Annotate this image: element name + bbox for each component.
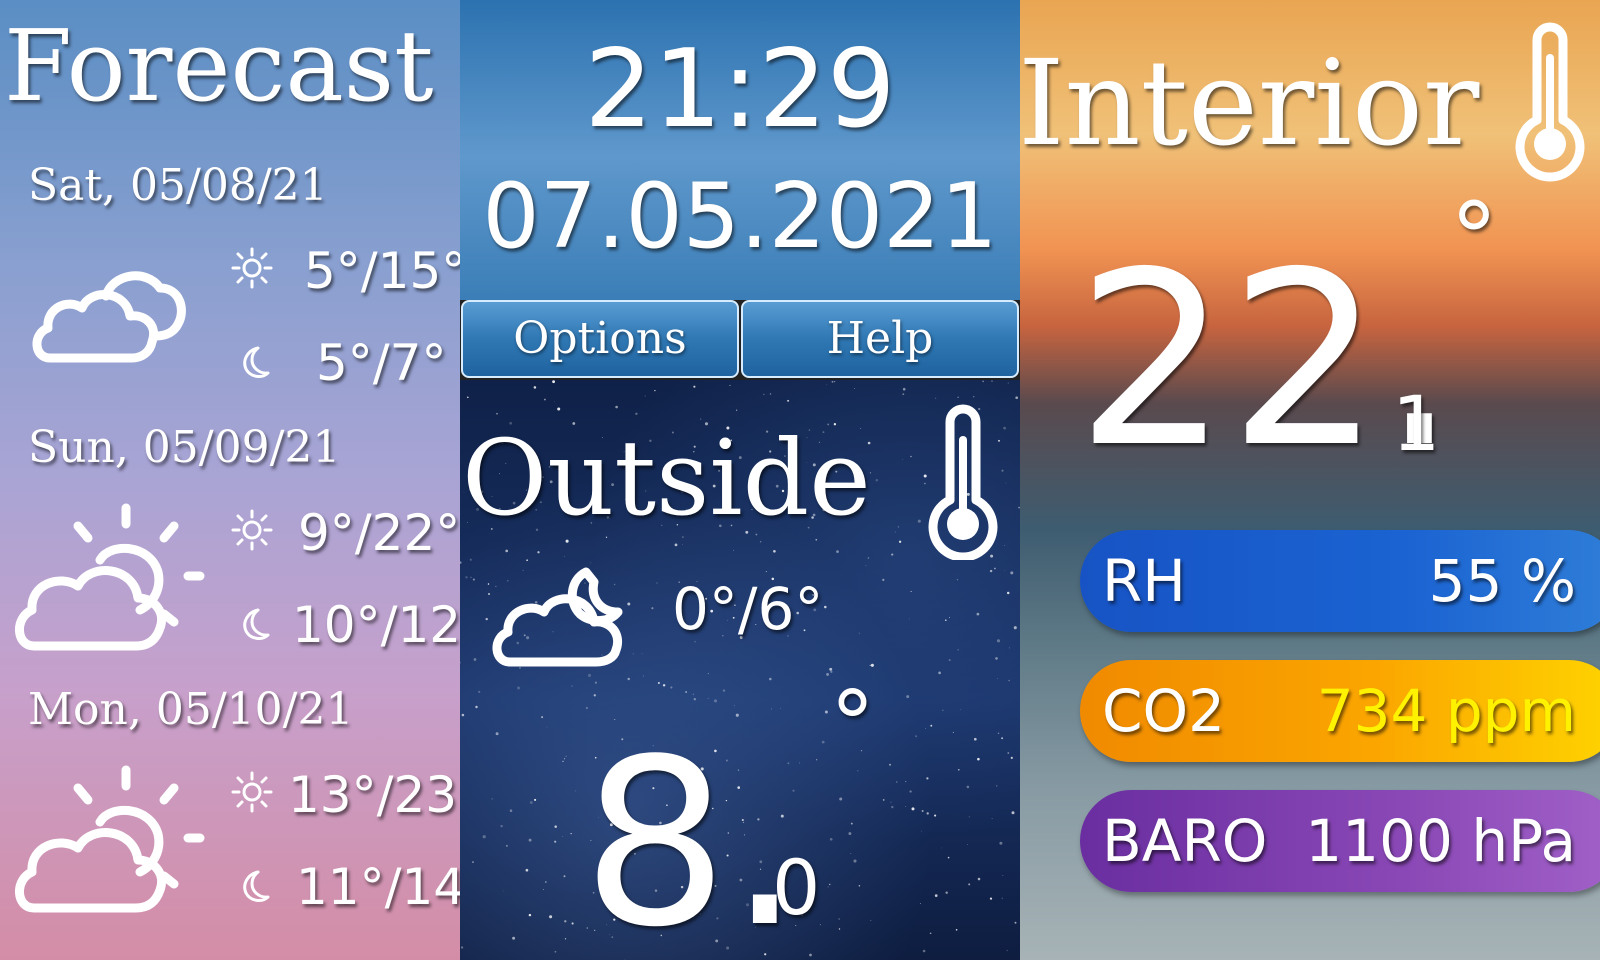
outside-title: Outside — [462, 417, 871, 539]
clock-time: 21:29 — [584, 27, 896, 152]
humidity-pill: RH 55 % — [1080, 530, 1600, 632]
sun-icon — [231, 509, 273, 551]
forecast-day-3-day-temp: 13°/23° — [288, 766, 483, 824]
thermometer-icon — [928, 404, 998, 560]
partly-sunny-icon — [15, 765, 205, 913]
outside-temp-integer: 8. — [582, 711, 802, 960]
forecast-day-2-night-temp: 10°/12° — [292, 596, 487, 654]
moon-icon — [243, 346, 270, 378]
partly-sunny-icon — [15, 503, 205, 651]
cloudy-night-icon — [492, 567, 623, 667]
thermometer-icon — [1515, 22, 1585, 182]
moon-icon — [243, 870, 270, 902]
options-button[interactable]: Options — [461, 300, 739, 378]
forecast-title: Forecast — [4, 10, 434, 124]
moon-icon — [243, 608, 270, 640]
outside-panel: Outside 0°/6° ° 8. 0 — [460, 380, 1020, 960]
forecast-panel: Forecast Sat, 05/08/21 5°/15° 5°/7° Sun,… — [0, 0, 490, 960]
forecast-day-1-night-temp: 5°/7° — [316, 334, 447, 392]
co2-value: 734 ppm — [1316, 677, 1576, 745]
forecast-day-2-day-temp: 9°/22° — [298, 504, 461, 562]
humidity-value: 55 % — [1428, 547, 1576, 615]
cloudy-icon — [32, 271, 186, 363]
pressure-label: BARO — [1102, 807, 1268, 875]
sun-icon — [231, 247, 273, 289]
outside-min-max-temp: 0°/6° — [672, 575, 824, 643]
co2-label: CO2 — [1102, 677, 1226, 745]
clock-date: 07.05.2021 — [482, 164, 998, 269]
pressure-pill: BARO 1100 hPa — [1080, 790, 1600, 892]
sun-icon — [231, 771, 273, 813]
interior-temp-decimal: 1 — [1392, 379, 1441, 468]
outside-temp-decimal: 0 — [772, 843, 821, 932]
pressure-value: 1100 hPa — [1305, 807, 1576, 875]
clock-panel: 21:29 07.05.2021 — [460, 0, 1020, 300]
forecast-day-1-date: Sat, 05/08/21 — [28, 160, 328, 211]
help-button[interactable]: Help — [741, 300, 1019, 378]
interior-title: Interior — [1020, 34, 1480, 172]
humidity-label: RH — [1102, 547, 1186, 615]
forecast-day-1-day-temp: 5°/15° — [304, 242, 467, 300]
outside-degree-symbol: ° — [830, 672, 875, 777]
co2-pill: CO2 734 ppm — [1080, 660, 1600, 762]
forecast-day-3-date: Mon, 05/10/21 — [28, 684, 354, 735]
forecast-day-2-date: Sun, 05/09/21 — [28, 422, 341, 473]
